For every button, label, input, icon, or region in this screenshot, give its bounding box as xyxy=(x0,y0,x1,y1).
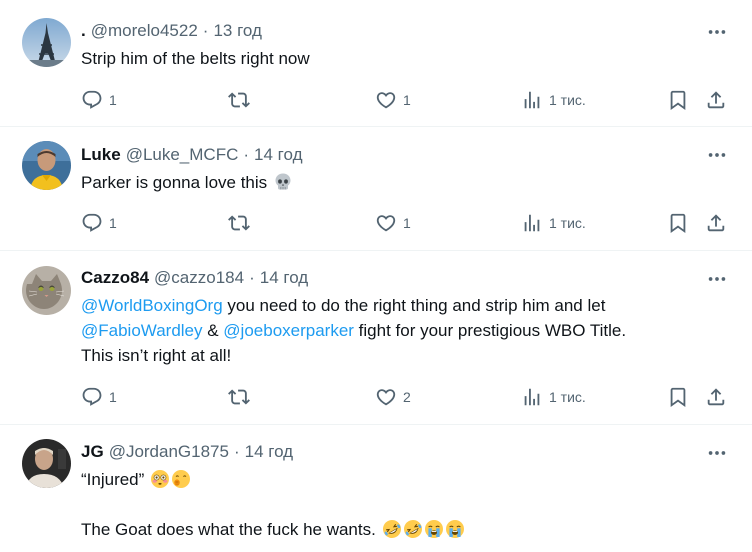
views-button[interactable]: 1 тис. xyxy=(521,88,586,112)
view-count: 1 тис. xyxy=(549,389,586,405)
loudly-crying-face-emoji xyxy=(445,519,465,539)
timestamp[interactable]: 14 год xyxy=(245,441,293,463)
more-options-button[interactable] xyxy=(706,145,728,165)
repost-icon xyxy=(228,386,250,408)
share-icon xyxy=(705,89,727,111)
avatar[interactable] xyxy=(22,439,71,488)
separator-dot: · xyxy=(249,268,255,287)
avatar[interactable] xyxy=(22,18,71,67)
mention-link[interactable]: @WorldBoxingOrg xyxy=(81,296,223,315)
tweet-actions: 1 1 1 тис. xyxy=(0,211,752,235)
user-handle[interactable]: @cazzo184 xyxy=(154,267,244,289)
bookmark-icon xyxy=(667,89,689,111)
separator-dot: · xyxy=(202,21,209,40)
analytics-icon xyxy=(521,89,543,111)
more-options-button[interactable] xyxy=(706,269,728,289)
share-button[interactable] xyxy=(705,211,727,235)
bookmark-button[interactable] xyxy=(667,211,689,235)
tweet[interactable]: Cazzo84 @cazzo184 · 14 год @WorldBoxingO… xyxy=(0,251,752,425)
tweet-text: “Injured” The Goat does what the fuck he… xyxy=(81,467,721,542)
repost-button[interactable] xyxy=(228,385,256,409)
like-count: 2 xyxy=(403,389,411,405)
reply-button[interactable]: 1 xyxy=(81,88,117,112)
user-handle[interactable]: @Luke_MCFC xyxy=(126,144,239,166)
repost-icon xyxy=(228,212,250,234)
bookmark-icon xyxy=(667,212,689,234)
separator-dot: · xyxy=(243,145,250,164)
repost-button[interactable] xyxy=(228,88,256,112)
heart-icon xyxy=(375,89,397,111)
reply-icon xyxy=(81,89,103,111)
repost-icon xyxy=(228,89,250,111)
rolling-on-floor-laughing-emoji xyxy=(403,519,423,539)
more-icon xyxy=(706,442,728,464)
tweet[interactable]: Luke @Luke_MCFC · 14 год Parker is gonna… xyxy=(0,127,752,251)
analytics-icon xyxy=(521,386,543,408)
rolling-on-floor-laughing-emoji xyxy=(382,519,402,539)
more-icon xyxy=(706,21,728,43)
avatar[interactable] xyxy=(22,141,71,190)
user-handle[interactable]: @morelo4522 xyxy=(91,20,198,42)
reply-feed: . @morelo4522 · 13 год Strip him of the … xyxy=(0,0,752,552)
more-icon xyxy=(706,268,728,290)
reply-count: 1 xyxy=(109,215,117,231)
flushed-face-emoji xyxy=(150,469,170,489)
skull-emoji xyxy=(273,172,293,192)
views-button[interactable]: 1 тис. xyxy=(521,211,586,235)
like-button[interactable]: 2 xyxy=(375,385,411,409)
tweet-text: Parker is gonna love this xyxy=(81,170,721,195)
share-button[interactable] xyxy=(705,385,727,409)
like-count: 1 xyxy=(403,92,411,108)
analytics-icon xyxy=(521,212,543,234)
like-button[interactable]: 1 xyxy=(375,211,411,235)
user-handle[interactable]: @JordanG1875 xyxy=(109,441,229,463)
tweet[interactable]: JG @JordanG1875 · 14 год “Injured” The G… xyxy=(0,425,752,552)
display-name[interactable]: Cazzo84 xyxy=(81,267,149,289)
mention-link[interactable]: @joeboxerparker xyxy=(223,321,354,340)
display-name[interactable]: . xyxy=(81,20,86,42)
reply-button[interactable]: 1 xyxy=(81,385,117,409)
bookmark-button[interactable] xyxy=(667,88,689,112)
tweet-text: @WorldBoxingOrg you need to do the right… xyxy=(81,296,627,365)
reply-icon xyxy=(81,212,103,234)
bookmark-icon xyxy=(667,386,689,408)
repost-button[interactable] xyxy=(228,211,256,235)
bookmark-button[interactable] xyxy=(667,385,689,409)
display-name[interactable]: JG xyxy=(81,441,104,463)
tweet-text: Strip him of the belts right now xyxy=(81,49,310,68)
face-with-hand-over-mouth-emoji xyxy=(171,469,191,489)
timestamp[interactable]: 14 год xyxy=(260,267,308,289)
avatar[interactable] xyxy=(22,266,71,315)
display-name[interactable]: Luke xyxy=(81,144,121,166)
reply-count: 1 xyxy=(109,389,117,405)
like-button[interactable]: 1 xyxy=(375,88,411,112)
like-count: 1 xyxy=(403,215,411,231)
reply-icon xyxy=(81,386,103,408)
heart-icon xyxy=(375,386,397,408)
timestamp[interactable]: 13 год xyxy=(213,20,261,42)
more-options-button[interactable] xyxy=(706,22,728,42)
timestamp[interactable]: 14 год xyxy=(254,144,302,166)
tweet-actions: 1 2 1 тис. xyxy=(0,385,752,409)
heart-icon xyxy=(375,212,397,234)
separator-dot: · xyxy=(233,442,240,461)
share-icon xyxy=(705,212,727,234)
share-icon xyxy=(705,386,727,408)
loudly-crying-face-emoji xyxy=(424,519,444,539)
tweet-actions: 1 1 1 тис. xyxy=(0,88,752,112)
view-count: 1 тис. xyxy=(549,92,586,108)
view-count: 1 тис. xyxy=(549,215,586,231)
more-options-button[interactable] xyxy=(706,443,728,463)
more-icon xyxy=(706,144,728,166)
mention-link[interactable]: @FabioWardley xyxy=(81,321,203,340)
share-button[interactable] xyxy=(705,88,727,112)
tweet[interactable]: . @morelo4522 · 13 год Strip him of the … xyxy=(0,0,752,127)
views-button[interactable]: 1 тис. xyxy=(521,385,586,409)
reply-count: 1 xyxy=(109,92,117,108)
reply-button[interactable]: 1 xyxy=(81,211,117,235)
